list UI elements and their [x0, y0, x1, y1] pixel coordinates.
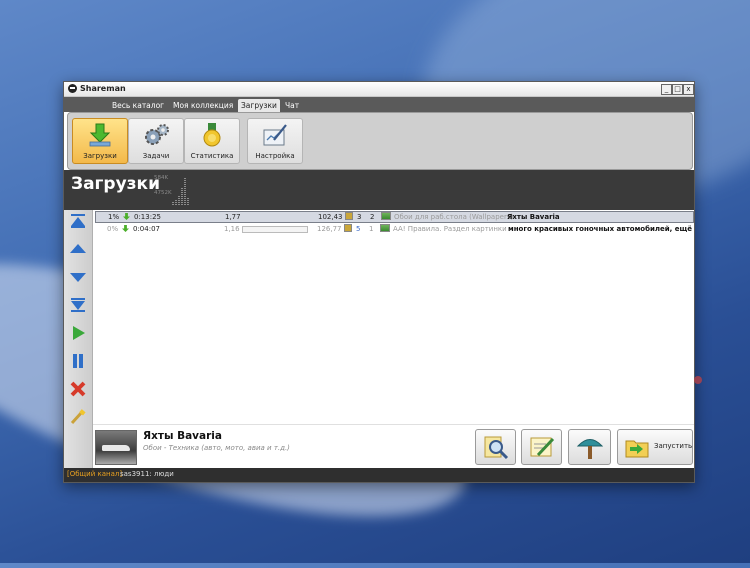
- toolbar: Загрузки Задачи Статистика Настройка: [67, 112, 693, 170]
- row-size: 126,77: [317, 225, 342, 233]
- close-button[interactable]: x: [683, 84, 694, 95]
- minimize-button[interactable]: _: [661, 84, 672, 95]
- section-header: Загрузки 584K 4752K: [64, 170, 694, 210]
- gears-icon: [145, 124, 169, 145]
- row-seeds: 1: [369, 225, 374, 233]
- details-panel: Яхты Bavaria Обои - Техника (авто, мото,…: [93, 424, 694, 469]
- settings-button[interactable]: Настройка: [247, 118, 303, 164]
- clean-icon[interactable]: [69, 408, 87, 426]
- chat-status-bar[interactable]: [Общий канал] sas3911: люди: [64, 468, 694, 482]
- item-subtitle: Обои - Техника (авто, мото, авиа и т.д.): [143, 444, 290, 452]
- downloads-button[interactable]: Загрузки: [72, 118, 128, 164]
- row-seeds: 2: [370, 213, 375, 221]
- delete-icon[interactable]: [69, 380, 87, 398]
- pause-icon[interactable]: [69, 352, 87, 370]
- status-arrow-icon: [123, 212, 130, 222]
- move-bottom-icon[interactable]: [69, 296, 87, 314]
- row-peers: 3: [357, 213, 362, 221]
- peers-icon: [345, 212, 353, 222]
- tab-collection[interactable]: Моя коллекция: [170, 99, 236, 112]
- queue-sidebar: [64, 210, 93, 468]
- tab-catalog[interactable]: Весь каталог: [109, 99, 167, 112]
- downloads-list: 1% 0:13:25 1,77 102,43 3 2 Обои для раб.…: [93, 210, 694, 422]
- downloads-button-label: Загрузки: [83, 152, 117, 160]
- speed-graph: [172, 176, 192, 206]
- play-icon[interactable]: [69, 324, 87, 342]
- row-progress-bar: [242, 226, 308, 233]
- row-name: много красивых гоночных автомобилей, ещё: [508, 225, 692, 233]
- move-up-icon[interactable]: [69, 240, 87, 258]
- item-thumbnail: [95, 430, 137, 465]
- search-button[interactable]: [475, 429, 516, 465]
- main-tabs: Весь каталог Моя коллекция Загрузки Чат: [64, 97, 694, 112]
- app-logo-icon: [68, 84, 77, 93]
- row-category: Обои для раб.стола (Wallpapers): [394, 213, 514, 221]
- row-time: 0:13:25: [134, 213, 161, 221]
- row-percent: 0%: [107, 225, 119, 233]
- row-size: 102,43: [318, 213, 343, 221]
- settings-button-label: Настройка: [255, 152, 295, 160]
- tasks-button-label: Задачи: [142, 152, 170, 160]
- row-name: Яхты Bavaria: [507, 213, 560, 221]
- launch-button[interactable]: Запустить: [617, 429, 693, 465]
- statistics-button[interactable]: Статистика: [184, 118, 240, 164]
- category-icon: [380, 224, 390, 234]
- peers-icon: [344, 224, 352, 234]
- settings-pen-icon: [263, 124, 287, 146]
- row-peers: 5: [356, 225, 361, 233]
- tasks-button[interactable]: Задачи: [128, 118, 184, 164]
- item-title: Яхты Bavaria: [143, 430, 222, 442]
- share-button[interactable]: [568, 429, 611, 465]
- category-icon: [381, 212, 391, 222]
- window-title: Shareman: [80, 84, 126, 93]
- edit-button[interactable]: [521, 429, 562, 465]
- speed-label-top: 584K: [154, 175, 169, 181]
- speed-label-bottom: 4752K: [154, 190, 172, 196]
- tab-chat[interactable]: Чат: [282, 99, 302, 112]
- row-time: 0:04:07: [133, 225, 160, 233]
- row-speed: 1,16: [224, 225, 240, 233]
- chat-last-message: sas3911: люди: [120, 470, 174, 478]
- page-title: Загрузки: [71, 174, 161, 194]
- row-category: AA! Правила. Раздел картинки: [393, 225, 507, 233]
- chat-channel[interactable]: [Общий канал]: [67, 470, 122, 478]
- download-arrow-icon: [89, 123, 111, 147]
- title-bar[interactable]: Shareman _ □ x: [64, 82, 694, 97]
- umbrella-icon: [576, 439, 604, 459]
- medal-icon: [203, 123, 221, 147]
- status-arrow-icon: [122, 224, 129, 234]
- launch-button-label: Запустить: [654, 442, 693, 450]
- row-percent: 1%: [108, 213, 120, 221]
- edit-note-icon: [530, 437, 555, 457]
- app-window: Shareman _ □ x Весь каталог Моя коллекци…: [63, 81, 695, 483]
- folder-open-icon: [625, 440, 649, 458]
- tab-downloads[interactable]: Загрузки: [238, 99, 280, 112]
- statistics-button-label: Статистика: [190, 152, 234, 160]
- move-top-icon[interactable]: [69, 212, 87, 230]
- move-down-icon[interactable]: [69, 268, 87, 286]
- desktop-marker: [694, 376, 702, 384]
- maximize-button[interactable]: □: [672, 84, 683, 95]
- table-row[interactable]: 1% 0:13:25 1,77 102,43 3 2 Обои для раб.…: [95, 211, 694, 223]
- table-row[interactable]: 0% 0:04:07 1,16 126,77 5 1 AA! Правила. …: [95, 224, 692, 234]
- row-speed: 1,77: [225, 213, 241, 221]
- search-icon: [484, 436, 509, 460]
